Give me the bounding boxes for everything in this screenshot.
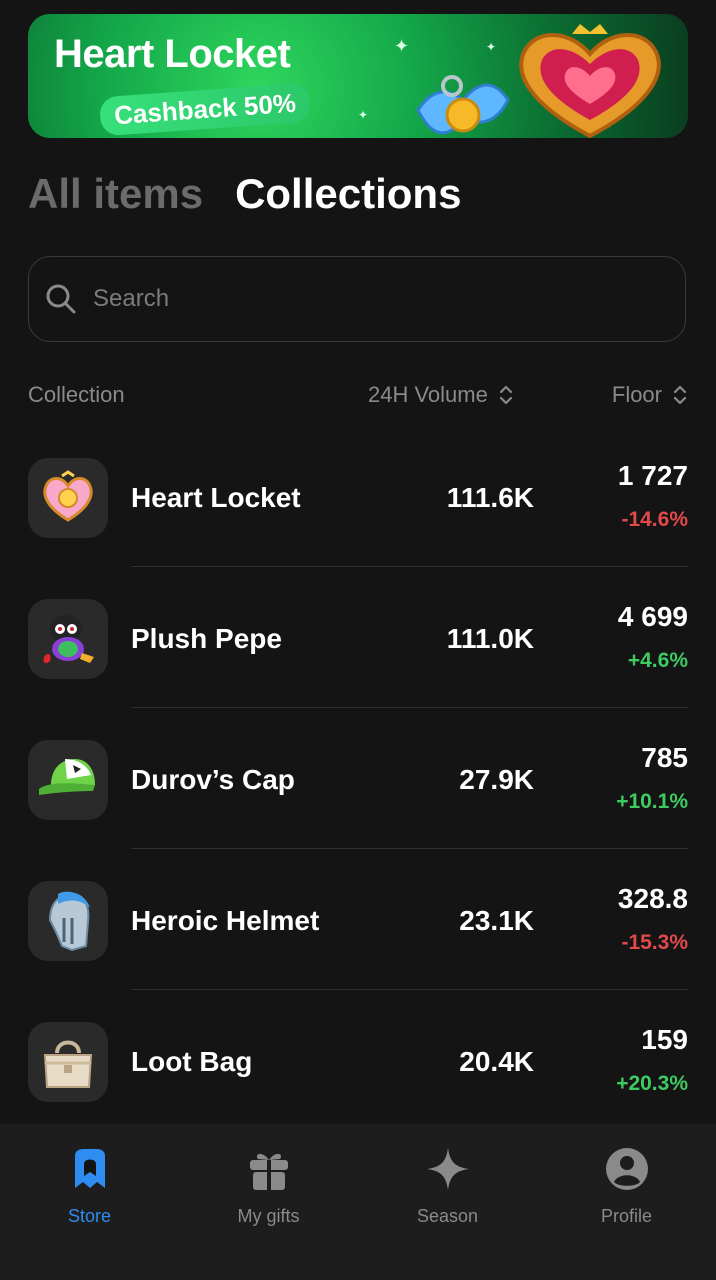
nav-my-gifts[interactable]: My gifts: [179, 1124, 358, 1280]
collection-change: +4.6%: [627, 649, 688, 672]
tab-bar: All items Collections: [28, 170, 461, 218]
nav-label: My gifts: [237, 1206, 300, 1226]
collection-name: Durov’s Cap: [131, 763, 295, 795]
row-divider: [131, 989, 688, 990]
collection-volume: 23.1K: [459, 904, 534, 936]
nav-label: Profile: [600, 1206, 653, 1226]
collection-change: -14.6%: [621, 508, 688, 531]
collection-name: Heart Locket: [131, 481, 301, 513]
sparkle-icon: ✦: [486, 40, 497, 54]
column-header-volume[interactable]: 24H Volume: [368, 382, 514, 408]
sparkle-icon: ✦: [358, 108, 369, 122]
collection-floor: 328.8: [617, 883, 688, 914]
collection-floor: 785: [641, 742, 688, 773]
column-header-collection: Collection: [28, 382, 125, 408]
column-label-collection: Collection: [28, 382, 125, 407]
row-divider: [131, 566, 688, 567]
sparkle-icon: [426, 1148, 469, 1190]
helmet-icon: [48, 891, 90, 952]
search-box[interactable]: [28, 256, 686, 342]
column-header-floor[interactable]: Floor: [612, 382, 688, 408]
collection-volume: 111.6K: [446, 481, 534, 513]
row-divider: [131, 848, 688, 849]
tab-collections[interactable]: Collections: [235, 170, 461, 218]
column-label-volume: 24H Volume: [368, 382, 488, 407]
column-label-floor: Floor: [611, 382, 662, 407]
heart-locket-icon: [519, 24, 661, 138]
row-divider: [131, 707, 688, 708]
collection-floor: 159: [641, 1024, 688, 1055]
collection-thumbnail: [28, 881, 108, 961]
nav-season[interactable]: Season: [358, 1124, 537, 1280]
collection-volume: 20.4K: [459, 1045, 534, 1077]
collection-thumbnail: [28, 599, 108, 679]
search-input[interactable]: [91, 284, 655, 314]
collection-thumbnail: [28, 458, 108, 538]
collection-row[interactable]: Heart Locket 111.6K 1 727 -14.6%: [0, 432, 716, 573]
collection-row[interactable]: Durov’s Cap 27.9K 785 +10.1%: [0, 714, 716, 855]
nav-label: Store: [67, 1206, 112, 1226]
nav-label: Season: [416, 1206, 479, 1226]
promo-banner[interactable]: Heart Locket Cashback 50% ✦ ✦ ✦: [28, 14, 688, 138]
sort-icon: [499, 385, 512, 405]
sparkle-icon: ✦: [394, 36, 410, 56]
collection-row[interactable]: Plush Pepe 111.0K 4 699 +4.6%: [0, 573, 716, 714]
store-icon: [74, 1149, 105, 1188]
collection-floor: 1 727: [617, 460, 688, 491]
loot-bag-icon: [43, 1040, 93, 1088]
banner-title: Heart Locket: [54, 32, 291, 76]
profile-icon: [605, 1148, 648, 1190]
ribbon-icon: [416, 75, 510, 135]
search-icon: [46, 284, 76, 314]
nav-store[interactable]: Store: [0, 1124, 179, 1280]
cap-icon: [39, 759, 95, 795]
bottom-nav: Store My gifts Season Profile: [0, 1124, 716, 1280]
collection-row[interactable]: Loot Bag 20.4K 159 +20.3%: [0, 996, 716, 1137]
plush-pepe-icon: [43, 615, 94, 664]
collection-volume: 27.9K: [459, 763, 534, 795]
collection-thumbnail: [28, 740, 108, 820]
collection-name: Plush Pepe: [131, 622, 282, 654]
gift-icon: [249, 1153, 288, 1190]
collection-list: Heart Locket 111.6K 1 727 -14.6% Plush P…: [0, 432, 716, 1137]
collection-change: +20.3%: [616, 1072, 688, 1095]
collection-row[interactable]: Heroic Helmet 23.1K 328.8 -15.3%: [0, 855, 716, 996]
tab-all-items[interactable]: All items: [28, 170, 203, 218]
collection-name: Heroic Helmet: [131, 904, 320, 936]
collection-change: +10.1%: [616, 790, 688, 813]
collection-thumbnail: [28, 1022, 108, 1102]
nav-profile[interactable]: Profile: [537, 1124, 716, 1280]
heart-locket-icon: [43, 470, 93, 522]
collection-floor: 4 699: [617, 601, 688, 632]
collection-change: -15.3%: [621, 931, 688, 954]
sort-icon: [673, 385, 687, 405]
collection-name: Loot Bag: [131, 1045, 253, 1077]
collection-volume: 111.0K: [446, 622, 534, 654]
banner-promo-badge: Cashback 50%: [98, 82, 312, 137]
